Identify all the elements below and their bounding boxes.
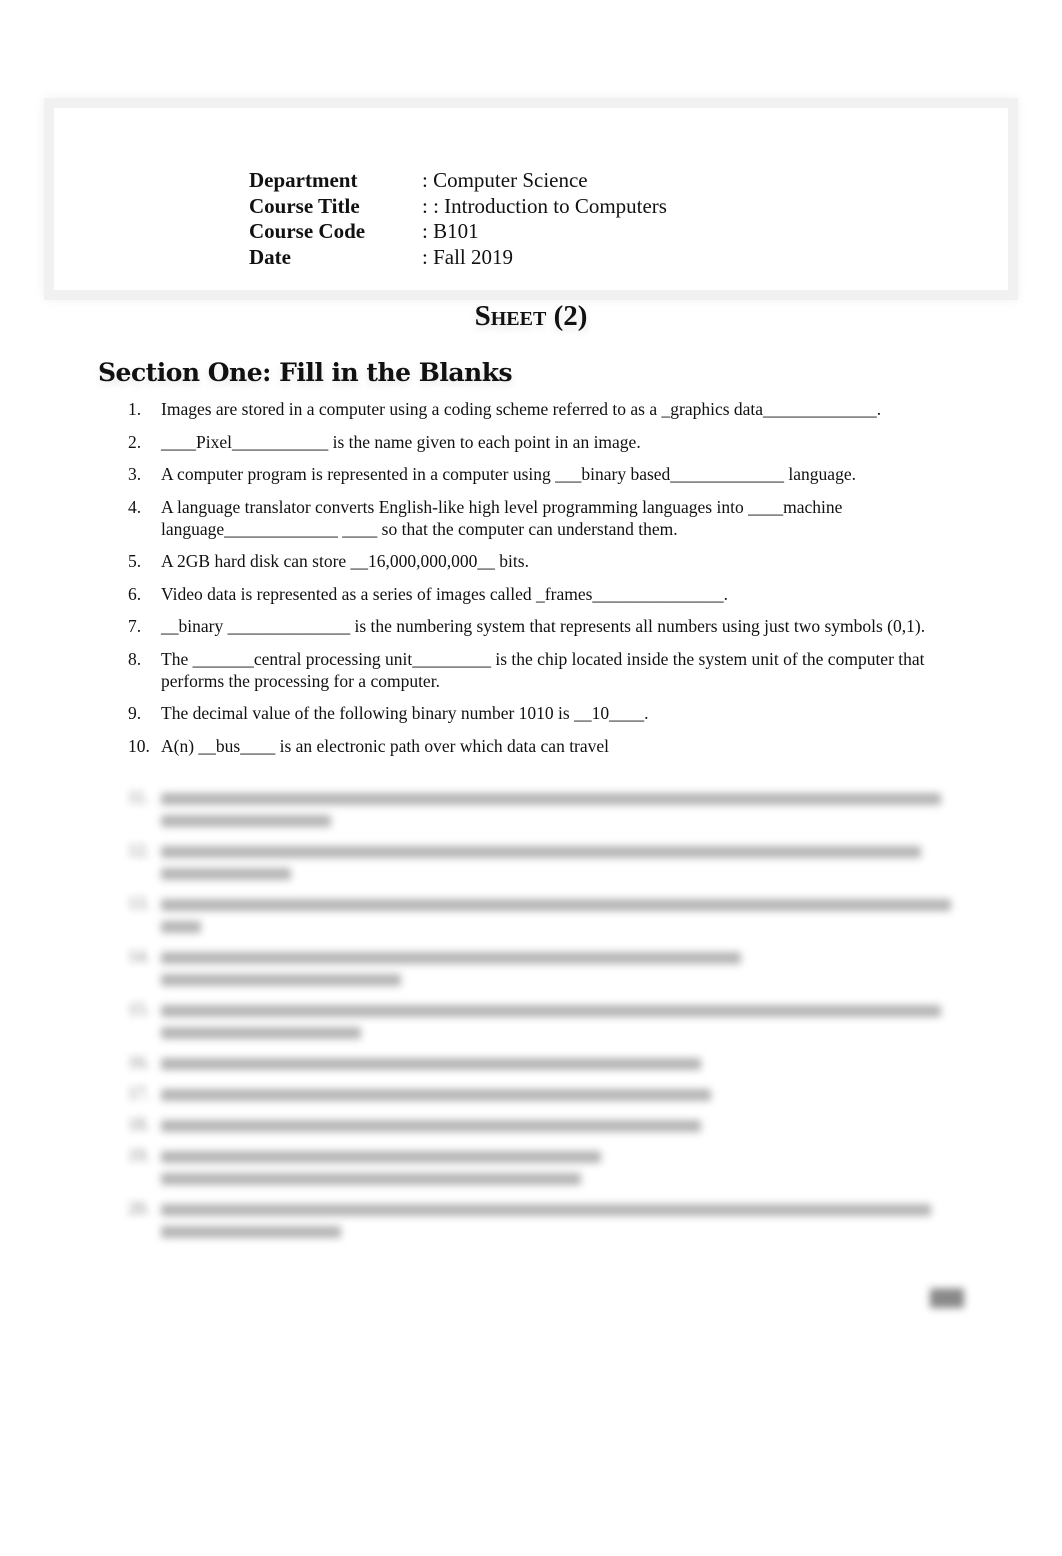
section-heading: Section One: Fill in the Blanks — [98, 358, 513, 387]
course-title-row: Course Title : : Introduction to Compute… — [249, 194, 667, 220]
question-number: 2. — [128, 431, 142, 452]
question-number: 12. — [128, 840, 150, 860]
blurred-question-item: 11. — [128, 786, 968, 830]
page-number-blurred: ███ — [930, 1290, 965, 1307]
blurred-question-item: 12. — [128, 839, 968, 883]
date-value: : Fall 2019 — [422, 244, 514, 269]
blurred-question-item: 15. — [128, 998, 968, 1042]
question-number: 4. — [128, 496, 142, 517]
question-list: 1. Images are stored in a computer using… — [128, 398, 968, 767]
blurred-question-item: 17. — [128, 1082, 968, 1104]
blurred-question-text — [161, 786, 968, 830]
sheet-title: Sheet (2) — [474, 300, 588, 332]
question-item: 6. Video data is represented as a series… — [128, 583, 968, 605]
blurred-question-text — [161, 945, 968, 989]
question-text: A 2GB hard disk can store __16,000,000,0… — [161, 551, 529, 571]
question-item: 5. A 2GB hard disk can store __16,000,00… — [128, 550, 968, 572]
question-number: 20. — [128, 1198, 150, 1218]
blurred-question-item: 20. — [128, 1197, 968, 1241]
question-number: 17. — [128, 1083, 150, 1103]
blurred-question-item: 16. — [128, 1051, 968, 1073]
question-text: The decimal value of the following binar… — [161, 703, 649, 723]
question-number: 15. — [128, 999, 150, 1019]
question-item: 3. A computer program is represented in … — [128, 463, 968, 485]
blurred-question-item: 13. — [128, 892, 968, 936]
question-number: 1. — [128, 399, 142, 419]
question-item: 2. ____Pixel___________ is the name give… — [128, 431, 968, 453]
question-item: 8. The _______central processing unit___… — [128, 648, 968, 692]
question-item: 4. A language translator converts Englis… — [128, 496, 968, 540]
question-text: Video data is represented as a series of… — [161, 583, 729, 604]
question-number: 14. — [128, 946, 150, 966]
blurred-question-text — [161, 998, 968, 1042]
blurred-question-text — [161, 1051, 968, 1073]
department-label: Department — [249, 168, 358, 192]
question-number: 16. — [128, 1052, 150, 1072]
question-number: 10. — [128, 735, 150, 756]
blurred-question-text — [161, 892, 968, 936]
question-item: 1. Images are stored in a computer using… — [128, 398, 968, 420]
question-text: ____Pixel___________ is the name given t… — [161, 431, 641, 452]
course-code-row: Course Code : B101 — [249, 219, 667, 245]
blurred-question-text — [161, 1113, 968, 1135]
blurred-question-list: 11. 12. 13. 14. 15. 16. 17. 18. 19. 20. — [128, 786, 968, 1250]
question-text: The _______central processing unit______… — [161, 648, 925, 691]
question-text: Images are stored in a computer using a … — [161, 399, 882, 419]
question-number: 5. — [128, 551, 142, 571]
blurred-question-text — [161, 1082, 968, 1104]
course-title-value: : : Introduction to Computers — [422, 193, 667, 218]
question-number: 18. — [128, 1114, 150, 1134]
question-number: 13. — [128, 893, 150, 913]
blurred-question-item: 14. — [128, 945, 968, 989]
department-row: Department : Computer Science — [249, 168, 667, 194]
date-label: Date — [249, 244, 291, 269]
course-info-table: Department : Computer Science Course Tit… — [249, 168, 667, 270]
question-text: A computer program is represented in a c… — [161, 464, 856, 484]
blurred-question-text — [161, 1197, 968, 1241]
blurred-question-text — [161, 1144, 968, 1188]
course-title-label: Course Title — [249, 193, 360, 218]
blurred-question-item: 19. — [128, 1144, 968, 1188]
question-number: 7. — [128, 616, 142, 636]
question-number: 8. — [128, 648, 142, 669]
question-text: A language translator converts English-l… — [161, 496, 843, 539]
blurred-question-text — [161, 839, 968, 883]
blurred-question-item: 18. — [128, 1113, 968, 1135]
course-code-label: Course Code — [249, 219, 366, 243]
question-number: 6. — [128, 583, 142, 604]
question-number: 9. — [128, 703, 142, 723]
department-value: : Computer Science — [422, 168, 588, 192]
question-text: __binary ______________ is the numbering… — [161, 616, 926, 636]
question-item: 7. __binary ______________ is the number… — [128, 615, 968, 637]
question-item: 9. The decimal value of the following bi… — [128, 702, 968, 724]
question-item: 10. A(n) __bus____ is an electronic path… — [128, 735, 968, 757]
question-number: 19. — [128, 1145, 150, 1165]
question-number: 3. — [128, 464, 142, 484]
course-code-value: : B101 — [422, 219, 479, 243]
date-row: Date : Fall 2019 — [249, 245, 667, 271]
question-text: A(n) __bus____ is an electronic path ove… — [161, 735, 610, 756]
question-number: 11. — [128, 787, 150, 807]
